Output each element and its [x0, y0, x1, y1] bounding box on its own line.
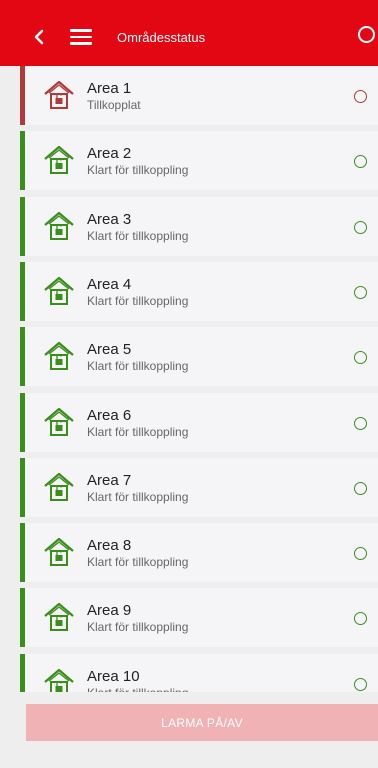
house-lock-icon: [42, 275, 76, 309]
circle-icon[interactable]: [354, 90, 367, 103]
house-lock-icon: [42, 144, 76, 178]
area-name: Area 10: [87, 667, 140, 685]
circle-icon[interactable]: [358, 26, 375, 43]
area-status: Klart för tillkoppling: [87, 293, 189, 308]
circle-icon[interactable]: [354, 612, 367, 626]
area-status: Klart för tillkoppling: [87, 228, 189, 243]
area-name: Area 1: [87, 80, 132, 97]
status-bar: [20, 392, 25, 452]
circle-icon[interactable]: [354, 351, 367, 365]
area-list-item[interactable]: Area 1 Tillkopplat: [20, 66, 378, 125]
area-name: Area 2: [87, 145, 132, 163]
circle-icon[interactable]: [354, 416, 367, 430]
area-list-item[interactable]: Area 5 Klart för tillkoppling: [20, 327, 378, 387]
circle-icon[interactable]: [354, 285, 367, 299]
area-name: Area 3: [87, 210, 132, 228]
house-lock-icon: [42, 406, 76, 440]
area-name: Area 6: [87, 406, 132, 424]
area-list-item[interactable]: Area 9 Klart för tillkoppling: [20, 588, 378, 648]
status-bar: [20, 588, 25, 648]
circle-icon[interactable]: [354, 547, 367, 561]
house-lock-icon: [42, 536, 76, 570]
status-bar: [20, 327, 25, 387]
circle-icon[interactable]: [354, 220, 367, 234]
area-list-item[interactable]: Area 2 Klart för tillkoppling: [20, 131, 378, 191]
area-name: Area 5: [87, 341, 132, 359]
area-list-item[interactable]: Area 6 Klart för tillkoppling: [20, 392, 378, 452]
area-list-item[interactable]: Area 7 Klart för tillkoppling: [20, 457, 378, 517]
area-status: Klart för tillkoppling: [87, 686, 188, 692]
house-lock-icon: [42, 667, 76, 692]
chevron-left-icon[interactable]: [30, 26, 48, 48]
status-bar: [20, 196, 25, 256]
area-list-item[interactable]: Area 3 Klart för tillkoppling: [20, 196, 378, 256]
house-lock-icon: [42, 601, 76, 635]
house-lock-icon: [42, 79, 76, 113]
area-status: Klart för tillkoppling: [87, 163, 189, 178]
house-lock-icon: [42, 340, 76, 374]
area-name: Area 8: [87, 537, 132, 555]
area-status: Klart för tillkoppling: [87, 424, 189, 439]
area-list: Area 1 Tillkopplat Area 2 Klart för till…: [20, 66, 378, 692]
circle-icon[interactable]: [354, 481, 367, 495]
area-status: Klart för tillkoppling: [87, 359, 189, 374]
area-status: Tillkopplat: [87, 98, 141, 112]
status-bar: [20, 653, 25, 692]
status-bar: [20, 66, 25, 125]
house-lock-icon: [42, 210, 76, 244]
status-bar: [20, 261, 25, 321]
area-status: Klart för tillkoppling: [87, 489, 189, 504]
status-bar: [20, 131, 25, 191]
hamburger-menu-icon[interactable]: [70, 29, 92, 45]
area-status: Klart för tillkoppling: [87, 555, 189, 570]
arm-disarm-button[interactable]: LARMA PÅ/AV: [26, 704, 378, 741]
area-name: Area 9: [87, 602, 132, 620]
house-lock-icon: [42, 471, 76, 505]
circle-icon[interactable]: [354, 155, 367, 169]
area-name: Area 7: [87, 471, 132, 489]
area-list-item[interactable]: Area 4 Klart för tillkoppling: [20, 261, 378, 321]
page-title: Områdesstatus: [117, 30, 206, 45]
area-name: Area 4: [87, 275, 132, 293]
area-list-item[interactable]: Area 10 Klart för tillkoppling: [20, 653, 378, 692]
status-bar: [20, 523, 25, 583]
area-list-item[interactable]: Area 8 Klart för tillkoppling: [20, 523, 378, 583]
circle-icon[interactable]: [354, 677, 367, 691]
app-header: Områdesstatus: [0, 0, 378, 66]
area-status: Klart för tillkoppling: [87, 620, 189, 635]
status-bar: [20, 457, 25, 517]
